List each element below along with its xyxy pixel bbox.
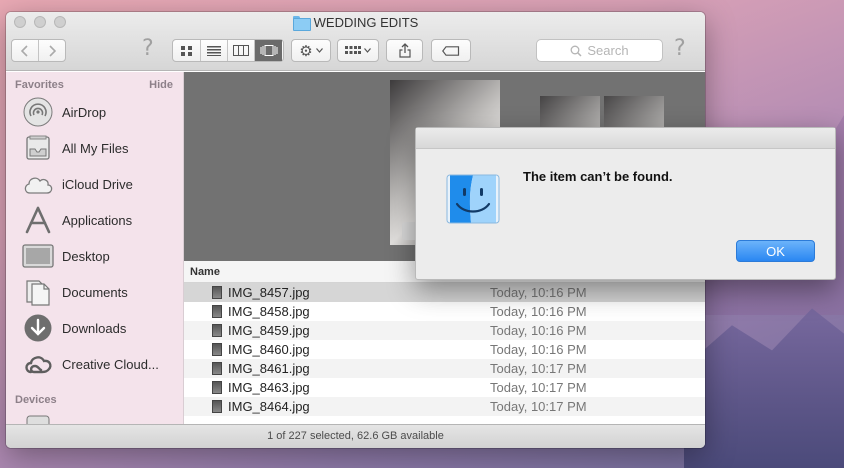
icon-view-button[interactable]: [174, 40, 201, 61]
forward-button[interactable]: [39, 40, 65, 61]
sidebar-item-applications[interactable]: Applications: [6, 202, 183, 238]
folder-icon: [292, 16, 311, 31]
sidebar-item-icloud-drive[interactable]: iCloud Drive: [6, 166, 183, 202]
sidebar-item-downloads[interactable]: Downloads: [6, 310, 183, 346]
hide-favorites-button[interactable]: Hide: [149, 79, 173, 91]
documents-icon: [22, 277, 54, 307]
chevron-right-icon: [49, 44, 56, 57]
favorites-header: Favorites Hide: [15, 79, 173, 91]
list-view-icon: [207, 45, 221, 56]
chevron-down-icon: [315, 48, 323, 53]
image-file-icon: [212, 305, 222, 318]
devices-header: Devices: [15, 394, 57, 406]
back-button[interactable]: [12, 40, 39, 61]
search-icon: [570, 45, 582, 57]
view-switcher: [172, 39, 284, 62]
list-view-button[interactable]: [201, 40, 228, 61]
airdrop-icon: [22, 97, 54, 127]
tags-button[interactable]: [431, 39, 471, 62]
help-icon[interactable]: ?: [674, 36, 686, 61]
sidebar-item-documents[interactable]: Documents: [6, 274, 183, 310]
sidebar: Favorites Hide AirDrop All My Files iClo…: [6, 72, 184, 426]
image-file-icon: [212, 362, 222, 375]
action-menu-button[interactable]: ⚙: [291, 39, 331, 62]
finder-icon: [446, 174, 500, 229]
table-row[interactable]: IMG_8464.jpg Today, 10:17 PM: [184, 397, 705, 416]
file-list: IMG_8457.jpg Today, 10:16 PM IMG_8458.jp…: [184, 283, 705, 416]
table-row[interactable]: IMG_8463.jpg Today, 10:17 PM: [184, 378, 705, 397]
alert-message: The item can’t be found.: [523, 169, 673, 184]
desktop-icon: [22, 241, 54, 271]
sidebar-item-desktop[interactable]: Desktop: [6, 238, 183, 274]
downloads-icon: [22, 313, 54, 343]
table-row[interactable]: IMG_8461.jpg Today, 10:17 PM: [184, 359, 705, 378]
search-field[interactable]: Search: [536, 39, 663, 62]
title-bar: WEDDING EDITS ? ⚙ Search ?: [6, 12, 705, 71]
ok-button[interactable]: OK: [736, 240, 815, 262]
sidebar-item-all-my-files[interactable]: All My Files: [6, 130, 183, 166]
column-view-icon: [233, 45, 249, 56]
cloud-icon: [22, 169, 54, 199]
status-bar: 1 of 227 selected, 62.6 GB available: [6, 424, 705, 448]
chevron-left-icon: [20, 44, 28, 57]
image-file-icon: [212, 286, 222, 299]
image-file-icon: [212, 400, 222, 413]
sidebar-item-device[interactable]: [6, 406, 183, 426]
alert-dialog: The item can’t be found. OK: [415, 127, 836, 280]
alert-title-bar: [416, 128, 835, 149]
chevron-down-icon: [364, 48, 371, 53]
all-files-icon: [22, 133, 54, 163]
share-icon: [398, 43, 411, 58]
creative-cloud-icon: [22, 349, 54, 379]
column-view-button[interactable]: [228, 40, 255, 61]
cover-flow-view-button[interactable]: [255, 40, 282, 61]
image-file-icon: [212, 324, 222, 337]
sidebar-item-creative-cloud[interactable]: Creative Cloud...: [6, 346, 183, 382]
table-row[interactable]: IMG_8457.jpg Today, 10:16 PM: [184, 283, 705, 302]
share-button[interactable]: [386, 39, 423, 62]
tag-icon: [442, 45, 460, 56]
desktop-wallpaper-mountain: [684, 308, 844, 468]
gear-icon: ⚙: [299, 41, 313, 60]
table-row[interactable]: IMG_8459.jpg Today, 10:16 PM: [184, 321, 705, 340]
image-file-icon: [212, 381, 222, 394]
window-title: WEDDING EDITS: [6, 15, 705, 31]
table-row[interactable]: IMG_8460.jpg Today, 10:16 PM: [184, 340, 705, 359]
image-file-icon: [212, 343, 222, 356]
applications-icon: [22, 205, 54, 235]
cover-flow-icon: [260, 45, 277, 56]
sidebar-item-airdrop[interactable]: AirDrop: [6, 94, 183, 130]
back-forward-control: [11, 39, 66, 62]
help-icon[interactable]: ?: [142, 36, 154, 61]
arrange-grid-icon: [345, 46, 361, 54]
grid-view-icon: [181, 45, 192, 56]
table-row[interactable]: IMG_8458.jpg Today, 10:16 PM: [184, 302, 705, 321]
arrange-menu-button[interactable]: [337, 39, 379, 62]
